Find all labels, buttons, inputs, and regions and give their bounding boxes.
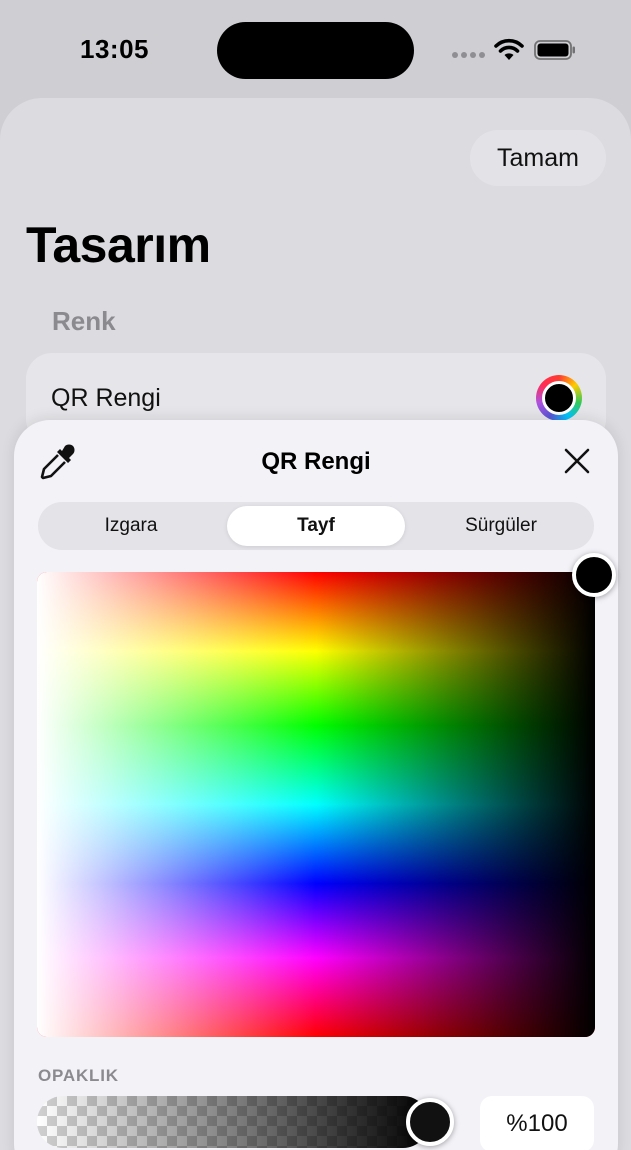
tab-sliders[interactable]: Sürgüler <box>412 506 590 546</box>
done-button[interactable]: Tamam <box>470 130 606 186</box>
close-icon[interactable] <box>562 446 592 476</box>
tab-grid[interactable]: Izgara <box>42 506 220 546</box>
tab-spectrum[interactable]: Tayf <box>227 506 405 546</box>
picker-mode-tabs: Izgara Tayf Sürgüler <box>38 502 594 550</box>
qr-color-row-label: QR Rengi <box>51 384 161 412</box>
status-time: 13:05 <box>80 34 149 64</box>
dynamic-island <box>217 22 414 79</box>
opacity-slider-fill <box>37 1096 429 1148</box>
opacity-slider[interactable] <box>37 1096 429 1148</box>
signal-icon <box>452 52 485 60</box>
status-bar: 13:05 <box>0 0 631 100</box>
color-well-swatch <box>542 381 576 415</box>
battery-icon <box>534 40 575 60</box>
opacity-value-field[interactable]: %100 <box>480 1096 594 1150</box>
color-well[interactable] <box>536 375 582 421</box>
picker-title: QR Rengi <box>261 448 371 475</box>
color-spectrum[interactable] <box>37 572 595 1037</box>
section-label: Renk <box>52 306 116 336</box>
spectrum-handle[interactable] <box>572 553 616 597</box>
opacity-label: OPAKLIK <box>38 1066 119 1085</box>
wifi-icon <box>494 38 524 60</box>
spectrum-black-layer <box>37 572 595 1037</box>
color-picker-panel: QR Rengi Izgara Tayf Sürgüler OPAKLIK %1… <box>14 420 618 1150</box>
opacity-slider-handle[interactable] <box>406 1098 454 1146</box>
page-title: Tasarım <box>26 217 211 273</box>
